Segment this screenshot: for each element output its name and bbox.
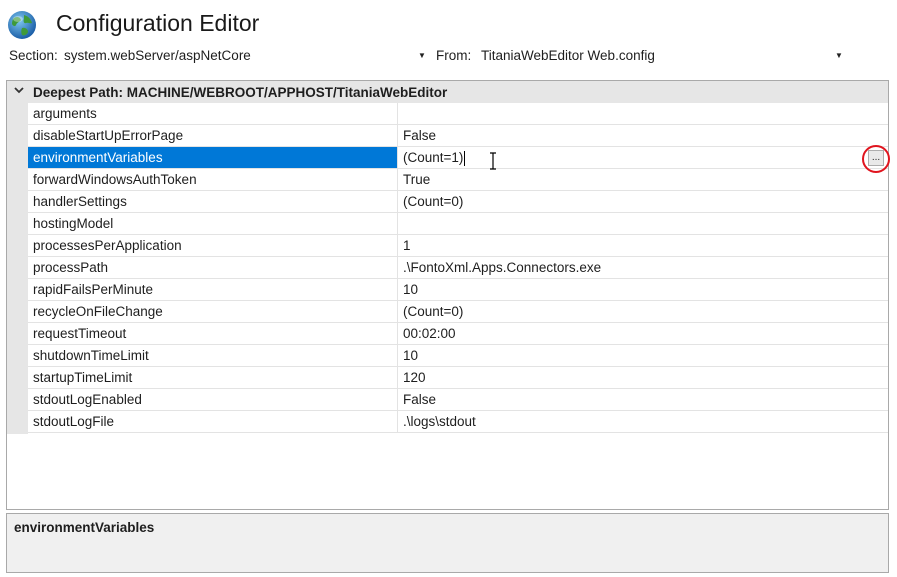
property-value-text: .\FontoXml.Apps.Connectors.exe — [403, 260, 602, 275]
property-value[interactable]: True — [398, 169, 888, 190]
property-value-text: 10 — [403, 282, 419, 297]
description-panel: environmentVariables — [6, 513, 889, 573]
dropdown-arrow-icon: ▼ — [835, 51, 843, 60]
description-title: environmentVariables — [14, 520, 155, 535]
property-row[interactable]: startupTimeLimit 120 — [28, 367, 888, 389]
property-row[interactable]: environmentVariables (Count=1) — [28, 147, 888, 169]
globe-icon — [8, 11, 36, 39]
dropdown-arrow-icon: ▼ — [418, 51, 426, 60]
property-name[interactable]: disableStartUpErrorPage — [28, 125, 398, 146]
property-name[interactable]: shutdownTimeLimit — [28, 345, 398, 366]
chevron-down-icon[interactable] — [13, 84, 25, 96]
section-toolbar: Section: system.webServer/aspNetCore ▼ F… — [0, 44, 897, 68]
property-value-text: 1 — [403, 238, 411, 253]
property-row[interactable]: hostingModel — [28, 213, 888, 235]
property-value[interactable]: .\logs\stdout — [398, 411, 888, 432]
property-value-text: True — [403, 172, 431, 187]
property-value[interactable] — [398, 213, 888, 234]
property-row[interactable]: forwardWindowsAuthToken True — [28, 169, 888, 191]
property-value[interactable]: 00:02:00 — [398, 323, 888, 344]
property-name[interactable]: hostingModel — [28, 213, 398, 234]
property-value[interactable]: False — [398, 389, 888, 410]
property-value-text: (Count=0) — [403, 304, 464, 319]
property-value-text: (Count=1) — [403, 150, 464, 165]
property-row[interactable]: processesPerApplication 1 — [28, 235, 888, 257]
property-value-text: False — [403, 128, 437, 143]
from-label: From: — [436, 48, 472, 63]
page-title: Configuration Editor — [56, 10, 260, 36]
property-value-text: (Count=0) — [403, 194, 464, 209]
property-value[interactable]: False — [398, 125, 888, 146]
property-value-text: .\logs\stdout — [403, 414, 476, 429]
property-row[interactable]: requestTimeout 00:02:00 — [28, 323, 888, 345]
property-row[interactable]: handlerSettings (Count=0) — [28, 191, 888, 213]
property-value[interactable]: (Count=1) — [398, 147, 888, 168]
property-row[interactable]: rapidFailsPerMinute 10 — [28, 279, 888, 301]
property-row[interactable]: shutdownTimeLimit 10 — [28, 345, 888, 367]
property-value-text: False — [403, 392, 437, 407]
property-row[interactable]: recycleOnFileChange (Count=0) — [28, 301, 888, 323]
property-value-text: 120 — [403, 370, 426, 385]
property-name[interactable]: environmentVariables — [28, 147, 398, 168]
property-value[interactable]: (Count=0) — [398, 301, 888, 322]
grid-category-header[interactable]: Deepest Path: MACHINE/WEBROOT/APPHOST/Ti… — [7, 81, 888, 103]
property-name[interactable]: rapidFailsPerMinute — [28, 279, 398, 300]
property-name[interactable]: startupTimeLimit — [28, 367, 398, 388]
section-value: system.webServer/aspNetCore — [64, 48, 251, 63]
property-name[interactable]: stdoutLogFile — [28, 411, 398, 432]
property-row[interactable]: stdoutLogEnabled False — [28, 389, 888, 411]
property-value[interactable]: 10 — [398, 279, 888, 300]
property-row[interactable]: stdoutLogFile .\logs\stdout — [28, 411, 888, 433]
highlight-circle — [862, 145, 890, 173]
property-name[interactable]: processPath — [28, 257, 398, 278]
property-name[interactable]: recycleOnFileChange — [28, 301, 398, 322]
property-value-text: 00:02:00 — [403, 326, 456, 341]
property-value[interactable]: .\FontoXml.Apps.Connectors.exe — [398, 257, 888, 278]
property-row[interactable]: disableStartUpErrorPage False — [28, 125, 888, 147]
property-name[interactable]: forwardWindowsAuthToken — [28, 169, 398, 190]
property-value[interactable]: 120 — [398, 367, 888, 388]
property-value[interactable]: 10 — [398, 345, 888, 366]
property-name[interactable]: arguments — [28, 103, 398, 124]
i-beam-cursor-icon — [490, 152, 496, 170]
property-grid: Deepest Path: MACHINE/WEBROOT/APPHOST/Ti… — [6, 80, 889, 510]
text-caret — [464, 150, 466, 166]
property-value-text: 10 — [403, 348, 419, 363]
from-value: TitaniaWebEditor Web.config — [481, 48, 655, 63]
grid-gutter — [7, 103, 28, 434]
property-row[interactable]: arguments — [28, 103, 888, 125]
from-dropdown[interactable]: TitaniaWebEditor Web.config ▼ — [481, 44, 887, 68]
property-name[interactable]: requestTimeout — [28, 323, 398, 344]
property-row[interactable]: processPath .\FontoXml.Apps.Connectors.ex… — [28, 257, 888, 279]
property-value[interactable]: 1 — [398, 235, 888, 256]
property-value[interactable] — [398, 103, 888, 124]
deepest-path-label: Deepest Path: MACHINE/WEBROOT/APPHOST/Ti… — [33, 85, 448, 100]
section-label: Section: — [9, 48, 58, 63]
property-name[interactable]: handlerSettings — [28, 191, 398, 212]
property-value[interactable]: (Count=0) — [398, 191, 888, 212]
property-name[interactable]: processesPerApplication — [28, 235, 398, 256]
section-dropdown[interactable]: system.webServer/aspNetCore ▼ — [64, 44, 430, 68]
property-name[interactable]: stdoutLogEnabled — [28, 389, 398, 410]
